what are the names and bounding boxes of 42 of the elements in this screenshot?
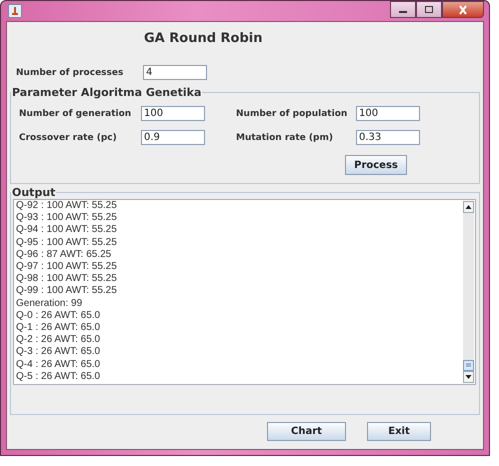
output-line: Q-95 : 100 AWT: 55.25 [16,236,118,249]
output-line: Q-2 : 26 AWT: 65.0 [16,334,102,346]
field-label: Number of generation [19,108,132,118]
maximize-button[interactable] [416,1,442,18]
input-field[interactable]: 4 [143,65,207,80]
output-line: Q-96 : 87 AWT: 65.25 [16,248,112,262]
scroll-up-icon[interactable] [463,201,474,213]
close-icon [457,4,469,14]
output-line: Q-1 : 26 AWT: 65.0 [16,322,102,334]
scroll-down-icon[interactable] [463,371,474,383]
output-line: Q-0 : 26 AWT: 65.0 [16,310,102,322]
field-label: Mutation rate (pm) [235,132,334,142]
app-title: GA Round Robin [144,31,264,46]
close-button[interactable] [442,1,484,18]
app-icon [8,4,22,18]
input-field[interactable]: 100 [356,106,420,121]
output-line: Q-92 : 100 AWT: 55.25 [16,200,118,212]
output-line: Q-93 : 100 AWT: 55.25 [16,212,118,224]
output-line: Q-4 : 26 AWT: 65.0 [16,358,102,371]
field-label: Number of processes [16,68,124,78]
output-line: Q-97 : 100 AWT: 55.25 [16,261,118,274]
minimize-button[interactable] [390,1,416,18]
maximize-icon [423,4,435,14]
field-label: Number of population [235,108,348,118]
input-field[interactable]: 100 [141,106,205,121]
scroll-thumb[interactable] [463,360,474,371]
field-label: Crossover rate (pc) [19,132,118,142]
panel-title: Parameter Algoritma Genetika [11,86,202,99]
action-button[interactable]: Exit [367,422,431,441]
process-button[interactable]: Process [345,155,407,175]
scrollbar[interactable] [463,201,474,383]
output-line: Q-98 : 100 AWT: 55.25 [16,273,118,286]
output-line: Generation: 99 [16,298,84,310]
output-line: Q-94 : 100 AWT: 55.25 [16,224,118,237]
output-area[interactable] [13,199,476,385]
output-line: Q-5 : 26 AWT: 65.0 [16,370,102,384]
input-field[interactable]: 0.9 [141,130,205,145]
panel-title: Output [11,186,56,199]
output-line: Q-99 : 100 AWT: 55.25 [16,285,118,298]
input-field[interactable]: 0.33 [356,130,420,145]
output-line: Q-3 : 26 AWT: 65.0 [16,346,102,359]
action-button[interactable]: Chart [267,422,346,441]
